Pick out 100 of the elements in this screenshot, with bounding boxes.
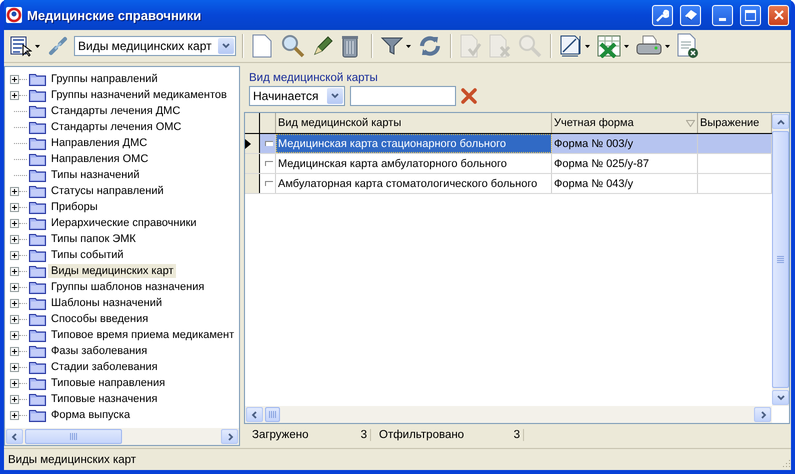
dropdown-caret-icon bbox=[35, 44, 40, 48]
scroll-down-button[interactable] bbox=[772, 390, 789, 405]
pencil-icon bbox=[312, 35, 334, 57]
folder-icon bbox=[29, 312, 46, 326]
horizontal-scrollbar[interactable] bbox=[5, 428, 239, 445]
tree-item[interactable]: Способы введения bbox=[48, 312, 152, 326]
table-cell: Медицинская карта амбулаторного больного bbox=[276, 154, 552, 173]
close-icon bbox=[774, 10, 784, 20]
horizontal-scrollbar[interactable] bbox=[245, 406, 772, 423]
expand-toggle[interactable] bbox=[10, 218, 27, 228]
expand-toggle[interactable] bbox=[10, 314, 27, 324]
expand-toggle[interactable] bbox=[10, 186, 27, 196]
grid-row[interactable]: Медицинская карта амбулаторного больного Форма № 025/у-87 bbox=[245, 154, 772, 174]
tree-item[interactable]: Иерархические справочники bbox=[48, 216, 200, 230]
plus-icon bbox=[12, 252, 17, 258]
expand-toggle[interactable] bbox=[10, 282, 27, 292]
funnel-icon bbox=[381, 36, 403, 56]
tree-item[interactable]: Форма выпуска bbox=[48, 408, 134, 422]
expand-toggle[interactable] bbox=[10, 266, 27, 276]
tree-item[interactable]: Направления ОМС bbox=[48, 152, 152, 166]
tree-item[interactable]: Типовые назначения bbox=[48, 392, 160, 406]
maximize-button[interactable] bbox=[740, 4, 761, 26]
expand-toggle[interactable] bbox=[10, 346, 27, 356]
tree-item[interactable]: Группы направлений bbox=[48, 72, 161, 86]
tree-item[interactable]: Стадии заболевания bbox=[48, 360, 161, 374]
plus-icon bbox=[12, 380, 17, 386]
dropdown-caret-icon bbox=[585, 44, 590, 48]
row-header[interactable] bbox=[245, 174, 260, 193]
tree-item[interactable]: Приборы bbox=[48, 200, 101, 214]
tree-item[interactable]: Статусы направлений bbox=[48, 184, 167, 198]
grid-row[interactable]: Медицинская карта стационарного больного Форма № 003/у bbox=[245, 134, 772, 154]
scroll-right-button[interactable] bbox=[754, 407, 771, 422]
tree-item[interactable]: Типы папок ЭМК bbox=[48, 232, 139, 246]
clear-filter-icon[interactable] bbox=[461, 88, 477, 104]
expand-toggle[interactable] bbox=[10, 362, 27, 372]
folder-icon bbox=[29, 104, 46, 118]
spreadsheet-icon bbox=[597, 34, 621, 58]
tree-item[interactable]: Шаблоны назначений bbox=[48, 296, 165, 310]
document-check-icon bbox=[460, 34, 482, 58]
filtered-count: 3 bbox=[514, 429, 520, 441]
folder-icon bbox=[29, 392, 46, 406]
row-marker[interactable] bbox=[265, 141, 273, 146]
expand-toggle[interactable] bbox=[10, 298, 27, 308]
tree-item[interactable]: Виды медицинских карт bbox=[48, 264, 176, 278]
grip-icon bbox=[269, 411, 276, 418]
expand-toggle[interactable] bbox=[10, 410, 27, 420]
scroll-thumb[interactable] bbox=[25, 429, 122, 444]
column-header[interactable]: Вид медицинской карты bbox=[276, 113, 552, 133]
close-button[interactable] bbox=[768, 4, 789, 26]
folder-icon bbox=[29, 184, 46, 198]
sort-indicator-icon bbox=[686, 120, 695, 126]
row-header[interactable] bbox=[245, 154, 260, 173]
loaded-count: 3 bbox=[360, 429, 367, 441]
expand-toggle[interactable] bbox=[10, 90, 27, 100]
toolbar-button[interactable] bbox=[675, 32, 701, 60]
expand-toggle[interactable] bbox=[10, 74, 27, 84]
tree-item[interactable]: Группы шаблонов назначения bbox=[48, 280, 208, 294]
view-select[interactable]: Виды медицинских карт bbox=[74, 36, 236, 56]
tree-item[interactable]: Типы назначений bbox=[48, 168, 143, 182]
settings-button[interactable] bbox=[652, 4, 673, 26]
maximize-icon bbox=[745, 10, 756, 20]
expand-toggle[interactable] bbox=[10, 202, 27, 212]
column-header[interactable]: Учетная форма bbox=[552, 113, 698, 133]
expand-toggle[interactable] bbox=[10, 250, 27, 260]
scroll-thumb[interactable] bbox=[265, 407, 280, 422]
expand-toggle[interactable] bbox=[10, 330, 27, 340]
folder-icon bbox=[29, 216, 46, 230]
expand-toggle[interactable] bbox=[10, 394, 27, 404]
chevron-icon bbox=[776, 118, 784, 126]
tree-item[interactable]: Направления ДМС bbox=[48, 136, 150, 150]
scroll-right-button[interactable] bbox=[221, 429, 238, 444]
plus-icon bbox=[12, 220, 17, 226]
wrench-icon bbox=[656, 8, 669, 22]
tree-item[interactable]: Фазы заболевания bbox=[48, 344, 150, 358]
minimize-button[interactable] bbox=[712, 4, 733, 26]
search-icon bbox=[281, 34, 305, 58]
plus-icon bbox=[12, 316, 17, 322]
tree-item[interactable]: Группы назначений медикаментов bbox=[48, 88, 230, 102]
filter-mode-select[interactable]: Начинается bbox=[249, 86, 345, 106]
minimize-icon bbox=[719, 18, 726, 20]
current-row-icon bbox=[245, 138, 251, 148]
expand-toggle[interactable] bbox=[10, 378, 27, 388]
scroll-up-button[interactable] bbox=[772, 114, 789, 129]
tree-item[interactable]: Типовые направления bbox=[48, 376, 168, 390]
expand-toggle[interactable] bbox=[10, 234, 27, 244]
plus-icon bbox=[12, 188, 17, 194]
row-marker[interactable] bbox=[265, 181, 273, 186]
tree-item[interactable]: Стандарты лечения ДМС bbox=[48, 104, 184, 118]
row-marker[interactable] bbox=[265, 161, 273, 166]
filter-input[interactable] bbox=[350, 86, 456, 106]
grid-row[interactable]: Амбулаторная карта стоматологического больного Форма № 043/у bbox=[245, 174, 772, 194]
scroll-left-button[interactable] bbox=[246, 407, 263, 422]
tree-item[interactable]: Типовое время приема медикамент bbox=[48, 328, 238, 342]
row-header[interactable] bbox=[245, 134, 260, 153]
tree-item[interactable]: Стандарты лечения ОМС bbox=[48, 120, 184, 134]
folder-icon bbox=[29, 328, 46, 342]
help-button[interactable] bbox=[680, 4, 701, 26]
tree-item[interactable]: Типы событий bbox=[48, 248, 127, 262]
toolbar-button[interactable] bbox=[279, 32, 307, 60]
scroll-left-button[interactable] bbox=[6, 429, 23, 444]
